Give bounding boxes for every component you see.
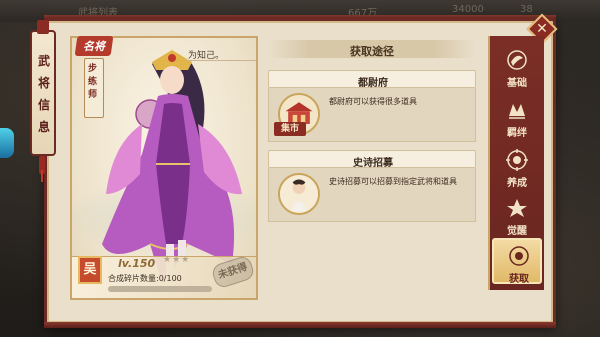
source-header: 史诗招募 [268,150,476,169]
scroll-roller-bottom [44,322,556,328]
character-name-tag: 步练师 [84,58,104,118]
foundation-icon [507,50,527,70]
tab-foundation[interactable]: 基础 [492,44,542,90]
hero-portrait [102,50,242,284]
star-rating: ★★★ [163,255,191,265]
topbar-text: 38 [520,4,533,15]
tab-label: 养成 [507,178,527,189]
bond-icon [509,104,525,119]
fragment-progress-bar [108,286,212,292]
famous-general-badge: 名将 [74,36,114,56]
source-description: 史诗招募可以招募到指定武将和道具 [329,177,457,186]
character-name: 步练师 [88,64,98,100]
source-card[interactable]: 集市 都尉府可以获得很多道具 [268,88,476,142]
tab-cultivate[interactable]: 养成 [492,144,542,190]
banner-cap [37,20,49,34]
awaken-icon [507,199,527,217]
topbar-text: 34000 [452,4,484,15]
tassel-string [41,170,43,182]
tab-bond[interactable]: 羁绊 [492,94,542,140]
tab-label: 觉醒 [507,226,527,237]
section-title: 获取途径 [350,45,394,58]
level-text: lv.150 [118,257,156,270]
source-header: 都尉府 [268,70,476,89]
tab-acquire[interactable]: 获取 [492,238,542,285]
source-name: 都尉府 [358,78,388,89]
faction-label: 吴 [83,262,97,277]
badge-label: 名将 [83,40,105,53]
cultivate-icon [506,149,528,171]
market-label: 集市 [274,122,306,136]
title-banner: 武将信息 [30,20,56,156]
tab-label: 基础 [507,78,527,89]
section-header: 获取途径 [268,40,476,58]
source-name: 史诗招募 [353,158,393,169]
source-description: 都尉府可以获得很多道具 [329,97,417,106]
recruit-icon[interactable] [278,173,320,215]
tab-label: 羁绊 [507,128,527,139]
tab-label: 获取 [509,274,529,285]
fragment-count: 合成碎片数量:0/100 [108,274,182,283]
tab-awaken[interactable]: 觉醒 [492,192,542,238]
acquire-icon [509,246,529,266]
source-card[interactable]: 史诗招募可以招募到指定武将和道具 [268,168,476,222]
faction-badge: 吴 [78,256,102,284]
quote-underline [186,60,256,61]
page-title: 武将信息 [37,54,50,134]
left-edge-icon [0,128,14,158]
